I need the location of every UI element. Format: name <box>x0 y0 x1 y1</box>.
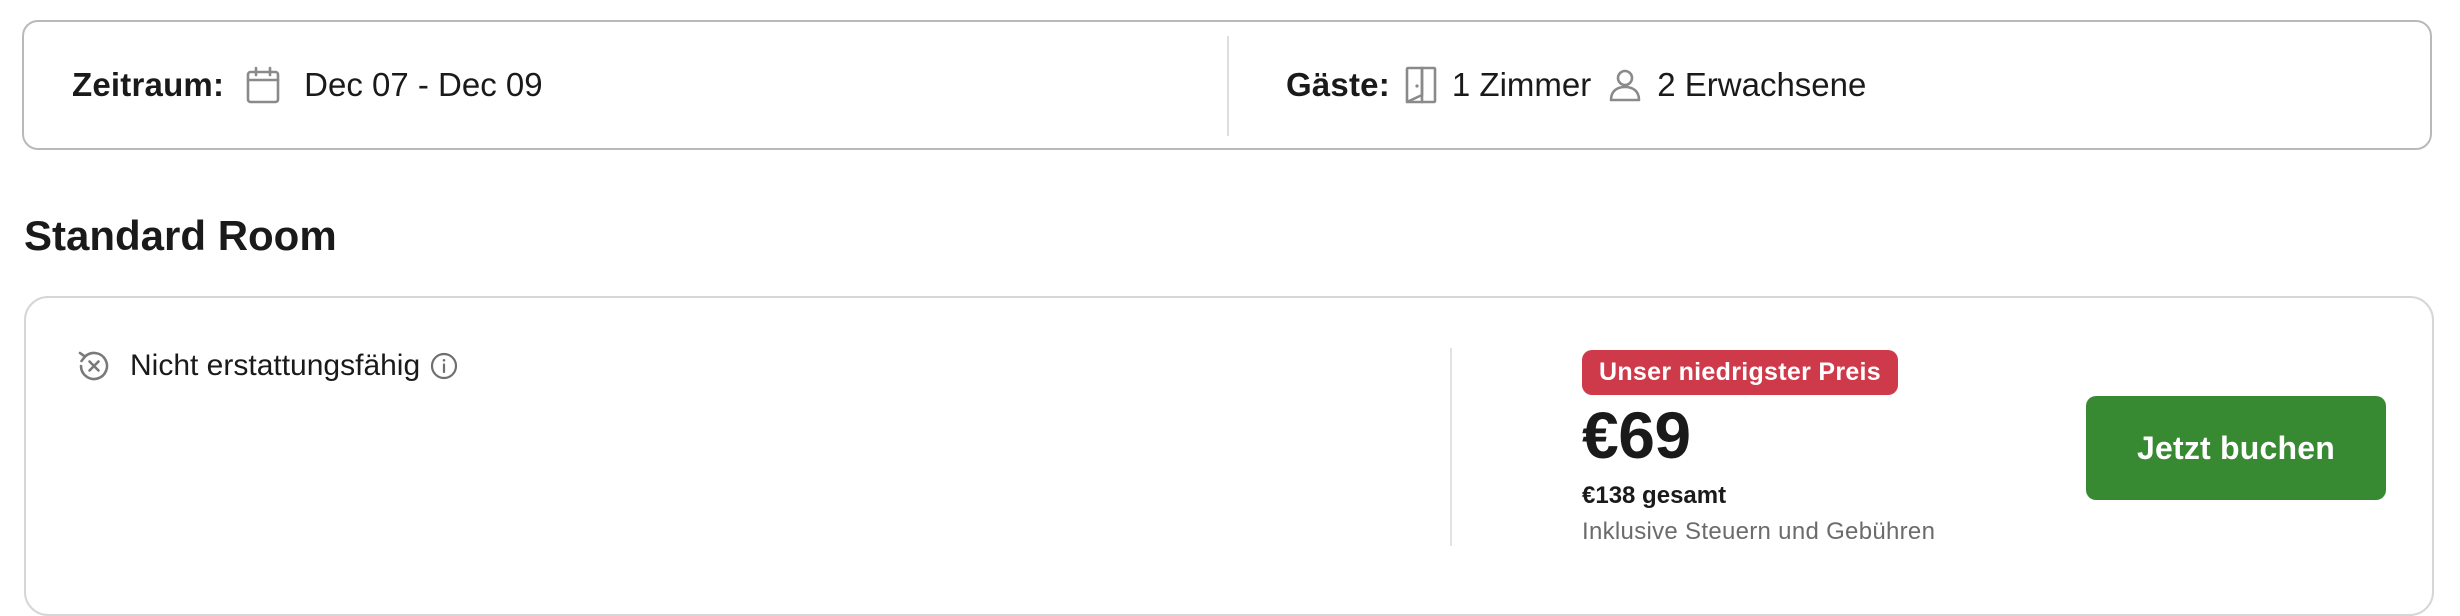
info-icon[interactable] <box>430 352 458 380</box>
policy-label: Nicht erstattungsfähig <box>130 349 421 382</box>
cancellation-policy: Nicht erstattungsfähig <box>76 348 458 384</box>
search-summary-bar[interactable]: Zeitraum: Dec 07 - Dec 09 Gäste: 1 Zimme… <box>22 20 2432 150</box>
door-icon <box>1404 65 1438 105</box>
non-refundable-icon <box>76 348 112 384</box>
price-total: €138 gesamt <box>1582 482 1727 510</box>
book-now-button[interactable]: Jetzt buchen <box>2086 396 2386 500</box>
guests-field[interactable]: Gäste: 1 Zimmer 2 Erwachsene <box>1286 22 1866 148</box>
adults-count: 2 Erwachsene <box>1657 66 1867 103</box>
calendar-icon <box>246 66 280 104</box>
rate-card: Nicht erstattungsfähig Unser niedrigster… <box>24 296 2434 616</box>
date-range-field[interactable]: Zeitraum: Dec 07 - Dec 09 <box>72 22 543 148</box>
person-icon <box>1607 67 1643 103</box>
lowest-price-badge: Unser niedrigster Preis <box>1582 350 1899 395</box>
card-divider <box>1450 348 1452 546</box>
price-block: Unser niedrigster Preis €69 €138 gesamt … <box>1582 350 1935 546</box>
price-per-night: €69 <box>1582 398 1691 472</box>
guests-label: Gäste: <box>1286 66 1390 103</box>
date-range-label: Zeitraum: <box>72 66 225 103</box>
date-range-value: Dec 07 - Dec 09 <box>304 66 543 103</box>
rooms-count: 1 Zimmer <box>1451 66 1592 103</box>
summary-divider <box>1227 36 1229 136</box>
room-title: Standard Room <box>24 212 337 259</box>
price-tax-note: Inklusive Steuern und Gebühren <box>1582 518 1936 546</box>
